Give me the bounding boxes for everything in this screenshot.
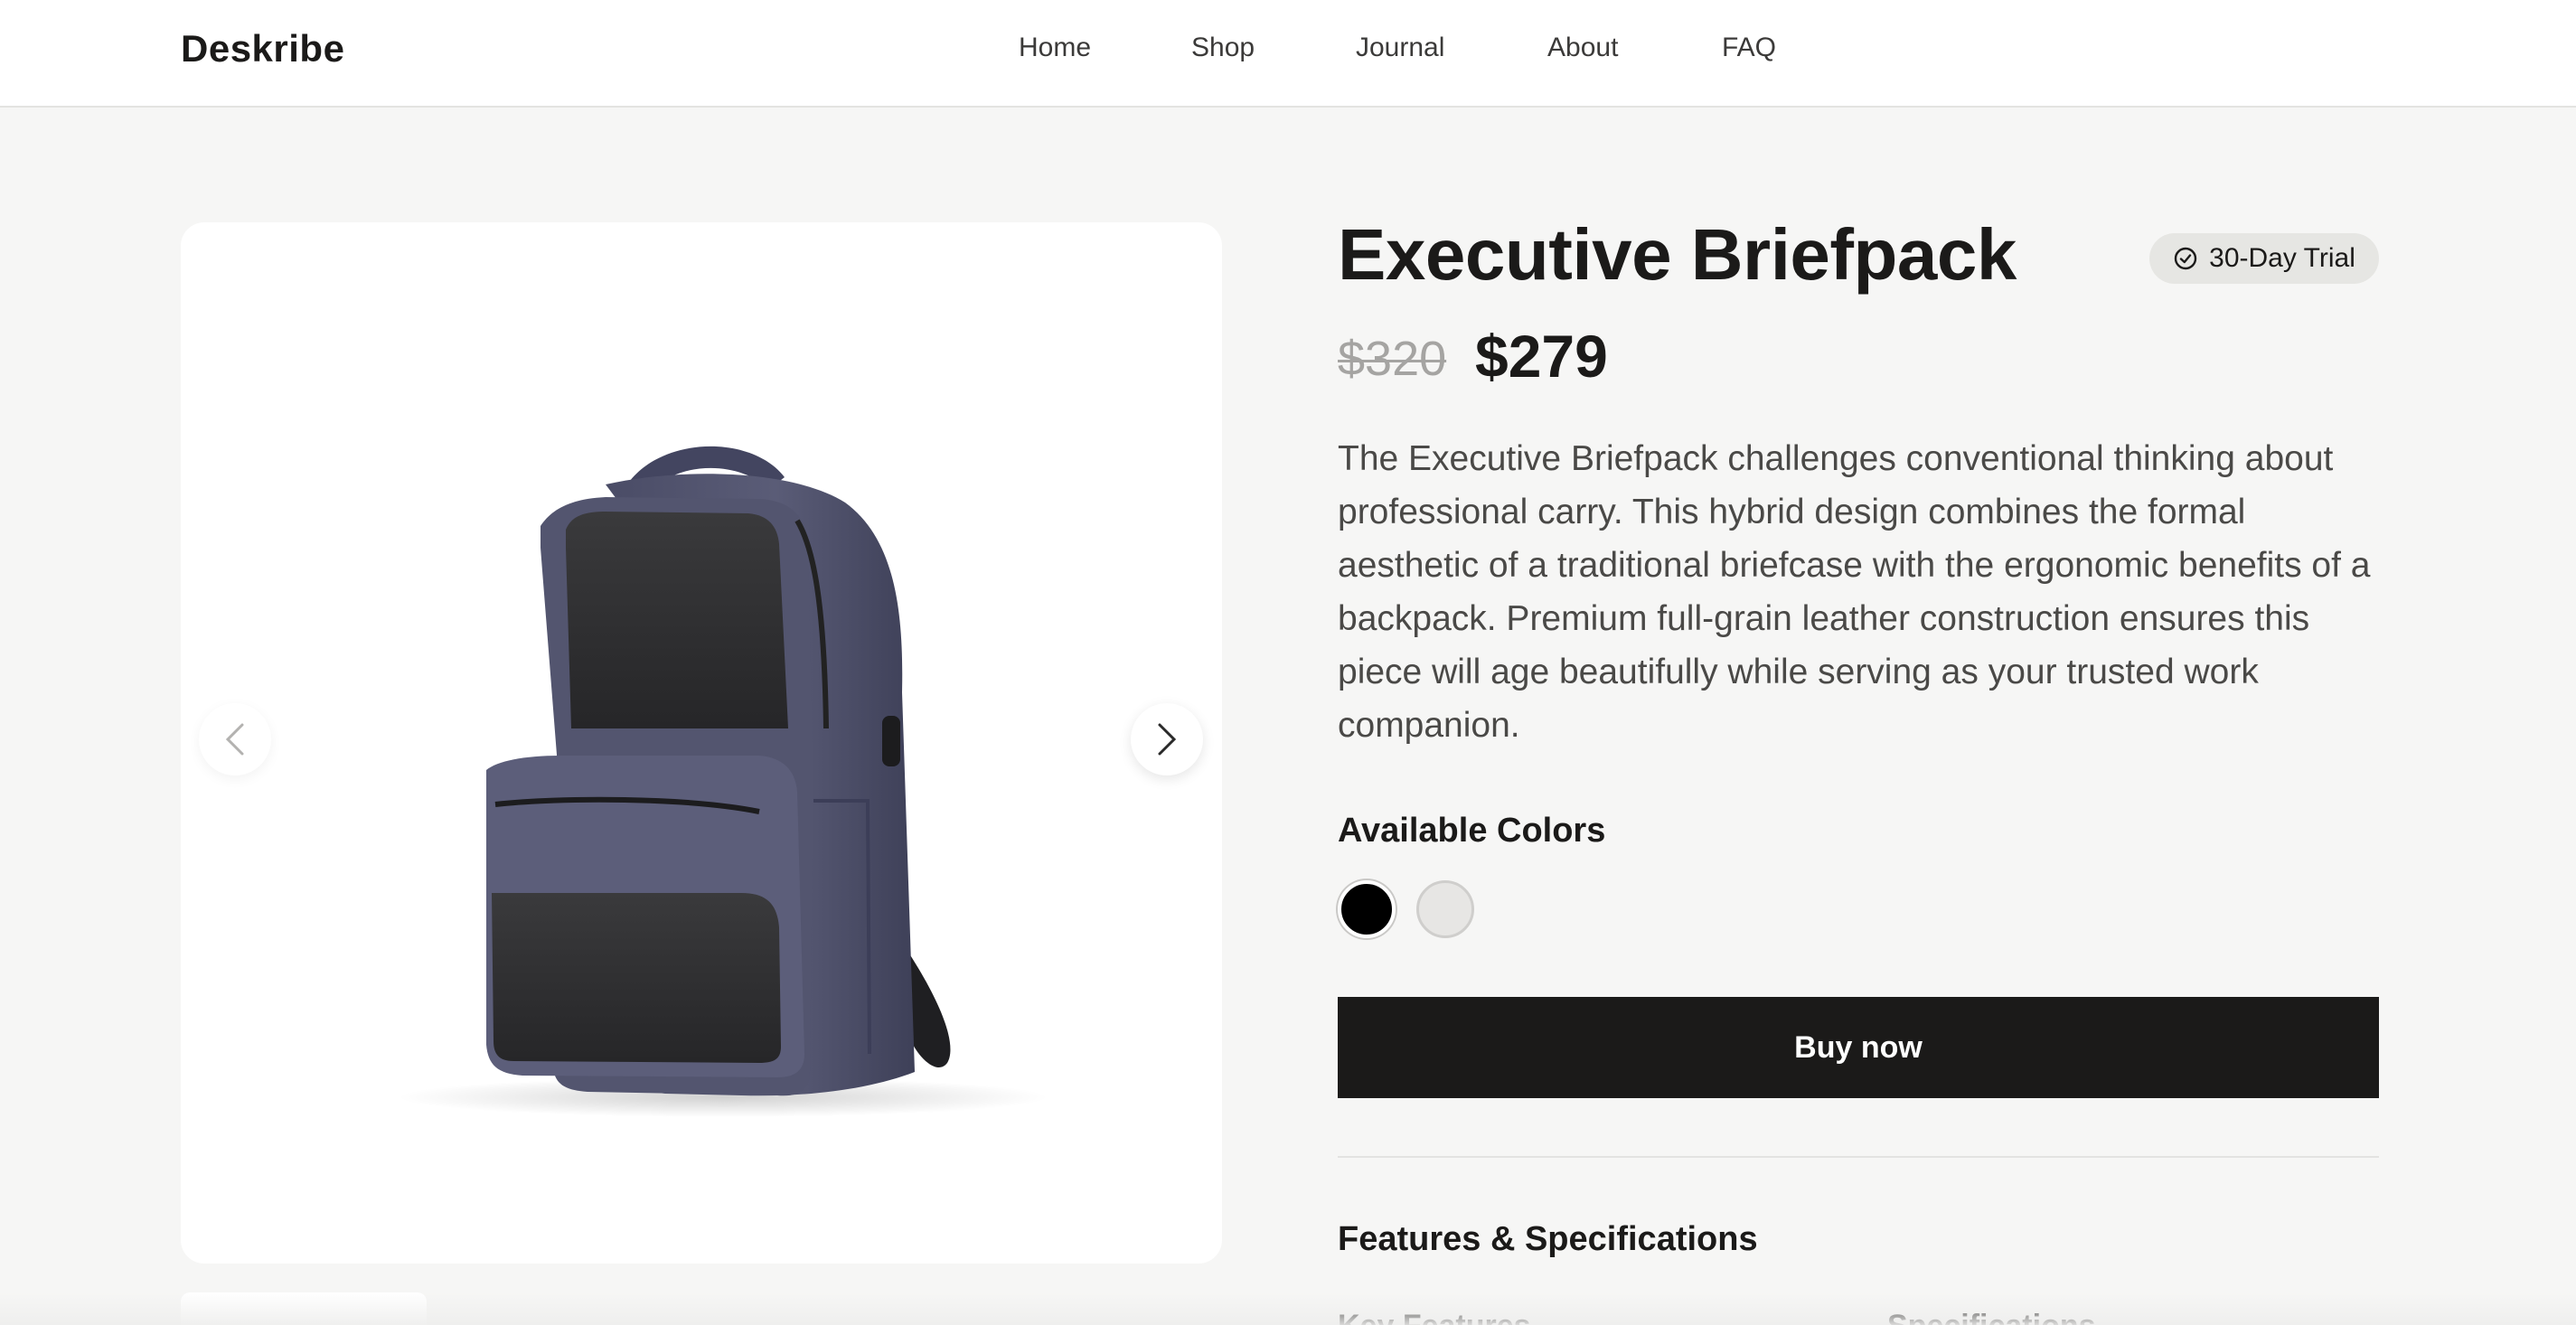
chevron-right-icon — [1158, 723, 1177, 756]
nav-journal[interactable]: Journal — [1356, 33, 1444, 63]
product-gallery — [181, 222, 1222, 1264]
check-circle-icon — [2174, 247, 2197, 270]
colors-heading: Available Colors — [1338, 812, 1606, 850]
site-logo[interactable]: Deskribe — [181, 27, 344, 70]
nav-about[interactable]: About — [1547, 33, 1618, 63]
original-price: $320 — [1338, 332, 1447, 386]
gallery-thumbnail[interactable] — [181, 1292, 427, 1325]
nav-faq[interactable]: FAQ — [1722, 33, 1776, 63]
chevron-left-icon — [225, 723, 244, 756]
trial-badge: 30-Day Trial — [2149, 233, 2379, 284]
trial-badge-label: 30-Day Trial — [2209, 243, 2355, 273]
color-swatch-light-gray[interactable] — [1416, 880, 1474, 938]
buy-now-button[interactable]: Buy now — [1338, 997, 2379, 1098]
gallery-next-button[interactable] — [1131, 703, 1203, 775]
section-divider — [1338, 1156, 2379, 1158]
nav-home[interactable]: Home — [1019, 33, 1091, 63]
color-swatch-black[interactable] — [1338, 880, 1396, 938]
site-header: Deskribe Home Shop Journal About FAQ — [0, 0, 2576, 108]
sale-price: $279 — [1475, 323, 1608, 390]
nav-shop[interactable]: Shop — [1191, 33, 1255, 63]
features-heading: Features & Specifications — [1338, 1220, 1758, 1258]
specifications-heading: Specifications — [1887, 1309, 2096, 1325]
gallery-prev-button[interactable] — [199, 703, 271, 775]
key-features-heading: Key Features — [1338, 1309, 1531, 1325]
product-title: Executive Briefpack — [1338, 214, 2017, 295]
backpack-illustration — [398, 446, 1048, 1117]
product-description: The Executive Briefpack challenges conve… — [1338, 439, 2371, 745]
